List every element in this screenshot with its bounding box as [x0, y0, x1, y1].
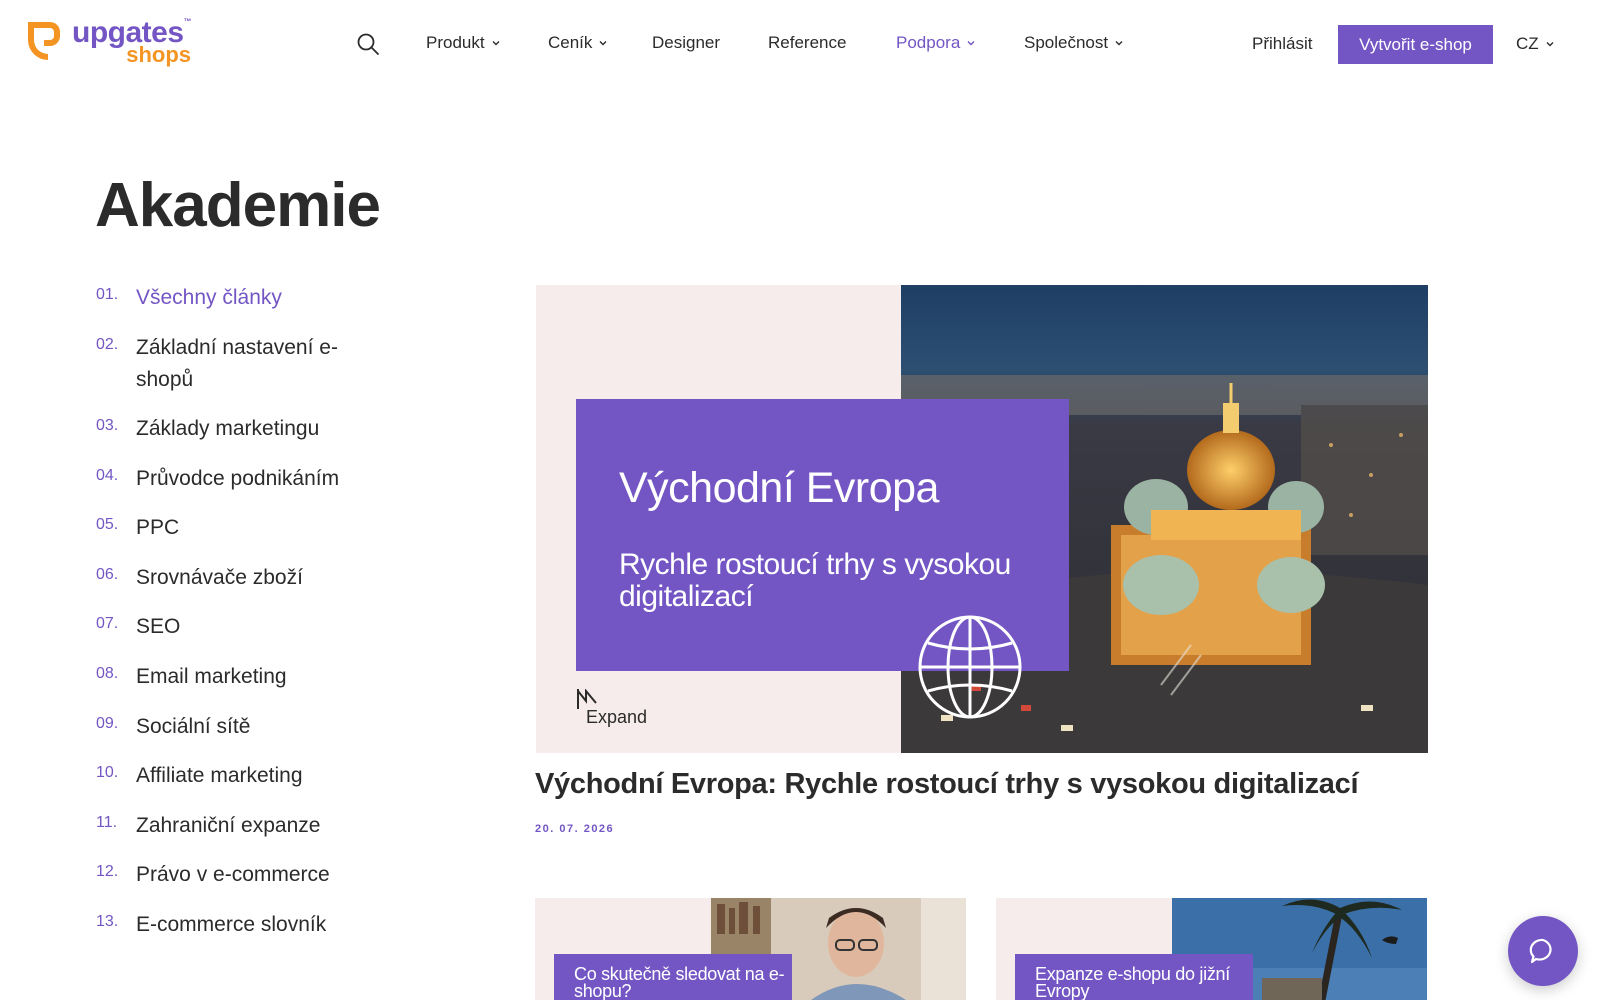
sidebar-item-number: 03. [96, 417, 119, 434]
sidebar-item-label: Sociální sítě [136, 715, 251, 738]
sidebar-item-business-guide[interactable]: 04. Průvodce podnikáním [96, 463, 376, 495]
sidebar-item-label: Email marketing [136, 665, 287, 688]
sidebar-item-number: 13. [96, 913, 119, 930]
sidebar-item-number: 06. [96, 566, 119, 583]
nav-produkt[interactable]: Produkt [426, 33, 501, 53]
nav-label: Podpora [896, 33, 961, 52]
chevron-down-icon [599, 41, 607, 46]
sidebar-item-price-comparison[interactable]: 06. Srovnávače zboží [96, 562, 376, 594]
login-link[interactable]: Přihlásit [1252, 34, 1312, 54]
sidebar-item-email-marketing[interactable]: 08. Email marketing [96, 661, 376, 693]
sidebar-item-number: 02. [96, 336, 119, 353]
nav-label: Designer [652, 33, 721, 52]
article-card[interactable]: Expanze e-shopu do jižní Evropy [996, 898, 1427, 1000]
featured-image-title: Východní Evropa [619, 464, 939, 512]
sidebar-item-number: 08. [96, 665, 119, 682]
nav-label: Společnost [1024, 33, 1109, 52]
article-card-title: Co skutečně sledovat na e-shopu? [554, 954, 792, 1000]
sidebar-item-number: 04. [96, 467, 119, 484]
logo-wordmark: upgates™ shops [72, 17, 192, 66]
sidebar-item-label: Právo v e-commerce [136, 863, 330, 886]
expand-logo-text: Expand [586, 707, 648, 727]
chat-bubble-icon [1529, 938, 1552, 964]
nav-cenik[interactable]: Ceník [548, 33, 608, 53]
language-label: CZ [1516, 34, 1539, 53]
sidebar-item-label: Srovnávače zboží [136, 566, 303, 589]
page-title: Akademie [95, 171, 381, 240]
sidebar-item-affiliate-marketing[interactable]: 10. Affiliate marketing [96, 760, 376, 792]
sidebar-item-label: SEO [136, 615, 181, 638]
sidebar-item-number: 12. [96, 863, 119, 880]
nav-label: Ceník [548, 33, 593, 52]
nav-label: Produkt [426, 33, 485, 52]
logo-trademark: ™ [183, 17, 192, 26]
chevron-down-icon [1115, 41, 1123, 46]
sidebar-item-marketing-basics[interactable]: 03. Základy marketingu [96, 413, 376, 445]
globe-icon [918, 615, 1022, 719]
expand-logo-icon [577, 689, 597, 709]
sidebar-item-label: PPC [136, 516, 180, 539]
chevron-down-icon [967, 41, 975, 46]
featured-image-subtitle: Rychle rostoucí trhy s vysokou digitaliz… [619, 548, 1011, 613]
sidebar-item-seo[interactable]: 07. SEO [96, 611, 376, 643]
sidebar-item-ecommerce-law[interactable]: 12. Právo v e-commerce [96, 859, 376, 891]
expand-logo: Expand [576, 689, 656, 731]
create-eshop-button[interactable]: Vytvořit e-shop [1338, 25, 1493, 64]
featured-article-date: 20. 07. 2026 [535, 823, 615, 835]
sidebar-item-ecommerce-glossary[interactable]: 13. E-commerce slovník [96, 909, 376, 941]
sidebar-item-number: 11. [96, 814, 118, 831]
sidebar-item-social-networks[interactable]: 09. Sociální sítě [96, 711, 376, 743]
sidebar-item-label: Základní nastavení e-shopů [136, 336, 338, 391]
sidebar-item-label: Všechny články [136, 286, 282, 309]
sidebar-item-ppc[interactable]: 05. PPC [96, 512, 376, 544]
sidebar-item-label: Zahraniční expanze [136, 814, 321, 837]
upgates-logo-icon [28, 22, 60, 60]
sidebar-item-number: 09. [96, 715, 119, 732]
nav-podpora[interactable]: Podpora [896, 33, 976, 53]
article-card[interactable]: Co skutečně sledovat na e-shopu? [535, 898, 966, 1000]
upgates-logo[interactable]: upgates™ shops [24, 17, 192, 66]
chevron-down-icon [1546, 42, 1554, 47]
sidebar-item-label: Průvodce podnikáním [136, 467, 340, 490]
nav-spolecnost[interactable]: Společnost [1024, 33, 1124, 53]
sidebar-item-label: Základy marketingu [136, 417, 320, 440]
sidebar-item-all-articles[interactable]: 01. Všechny články [96, 282, 376, 314]
sidebar-item-number: 01. [96, 286, 119, 303]
language-selector[interactable]: CZ [1516, 34, 1555, 54]
sidebar-item-label: E-commerce slovník [136, 913, 327, 936]
featured-article-image[interactable]: Východní Evropa Rychle rostoucí trhy s v… [536, 285, 1428, 753]
sidebar-item-basic-setup[interactable]: 02. Základní nastavení e-shopů [96, 332, 376, 396]
sidebar-item-number: 10. [96, 764, 119, 781]
nav-label: Reference [768, 33, 847, 52]
nav-designer[interactable]: Designer [652, 33, 720, 53]
site-header: upgates™ shops Produkt Ceník Designer Re… [0, 0, 1600, 88]
chat-button[interactable] [1508, 916, 1578, 986]
sidebar-item-foreign-expansion[interactable]: 11. Zahraniční expanze [96, 810, 376, 842]
sidebar-item-number: 07. [96, 615, 119, 632]
search-icon[interactable] [356, 32, 380, 56]
nav-reference[interactable]: Reference [768, 33, 846, 53]
featured-article-title[interactable]: Východní Evropa: Rychle rostoucí trhy s … [535, 768, 1359, 801]
article-card-title: Expanze e-shopu do jižní Evropy [1015, 954, 1253, 1000]
sidebar-item-label: Affiliate marketing [136, 764, 303, 787]
sidebar-item-number: 05. [96, 516, 119, 533]
chevron-down-icon [492, 41, 500, 46]
